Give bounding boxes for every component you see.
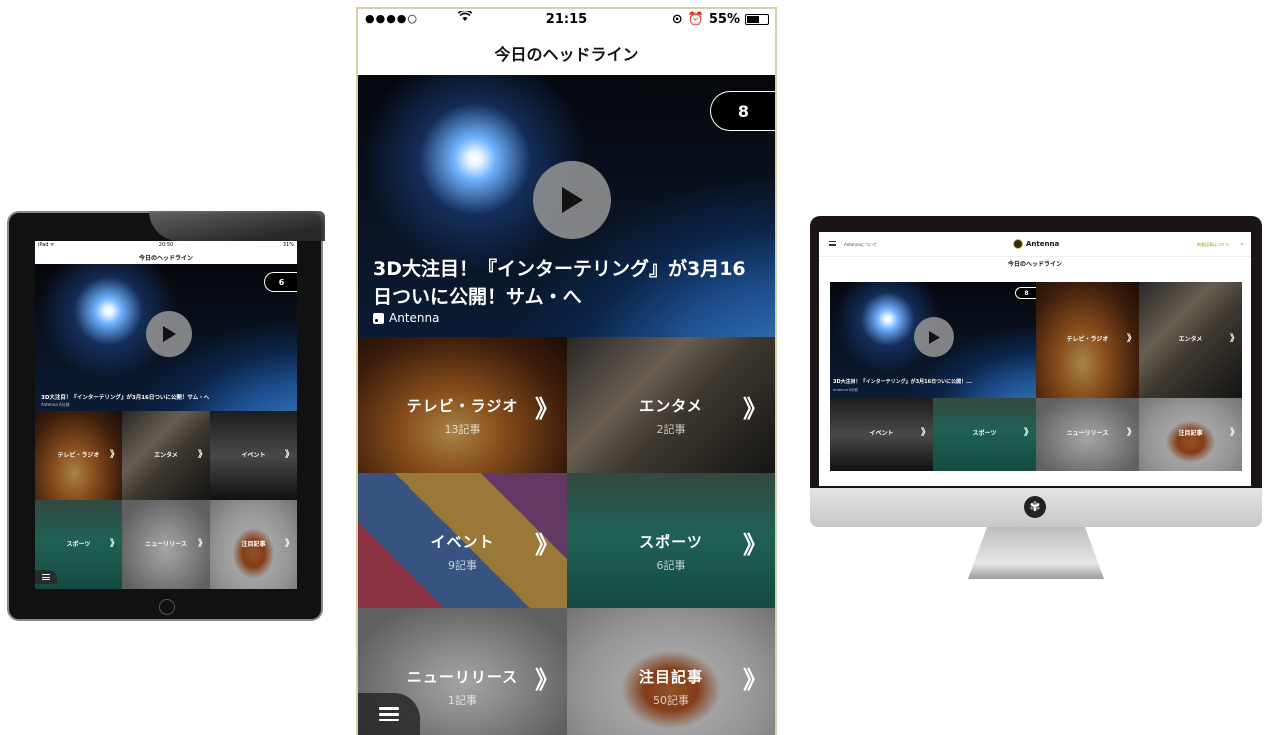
tablet-category-label: エンタメ xyxy=(154,452,178,459)
hamburger-menu-icon xyxy=(42,574,50,580)
desktop-category-label: ニューリリース xyxy=(1066,430,1109,437)
desktop-category-label: 注目記事 xyxy=(1178,430,1203,437)
phone-menu-button[interactable] xyxy=(358,693,420,735)
tablet-home-button[interactable] xyxy=(159,599,175,615)
phone-category-tile[interactable]: スポーツ 6記事 》 xyxy=(567,473,775,608)
chevron-right-icon: 》 xyxy=(197,539,207,549)
chevron-right-icon: 》 xyxy=(284,450,294,460)
battery-percent: 55% xyxy=(708,12,740,27)
desktop-category-label: テレビ・ラジオ xyxy=(1066,336,1109,343)
phone-device: ●●●●○ 21:15 ⊙ ⏰ 55% 今日のヘッドライン 8 3D大注目！『イ… xyxy=(356,7,777,735)
tablet-category-label: イベント xyxy=(241,452,266,459)
phone-hero-source: Antenna xyxy=(373,311,439,325)
desktop-category-tile[interactable]: 注目記事 》 xyxy=(1139,398,1242,471)
chevron-right-icon: 》 xyxy=(535,666,559,694)
play-icon[interactable] xyxy=(914,317,954,357)
tablet-status-time: 20:50 xyxy=(158,242,174,248)
desktop-hero-count-badge: 8 xyxy=(1015,287,1037,299)
chevron-right-icon: 》 xyxy=(1126,428,1136,438)
new-articles-link[interactable]: 新着記事はコチラ xyxy=(1197,242,1229,248)
chevron-right-icon: 》 xyxy=(109,450,119,460)
chevron-right-icon: 》 xyxy=(1229,334,1239,344)
chevron-right-icon: 》 xyxy=(1229,428,1239,438)
desktop-category-label: エンタメ xyxy=(1178,336,1203,343)
brand-logo[interactable]: Antenna xyxy=(1013,239,1059,249)
phone-hero-title[interactable]: 3D大注目！『インターテリング』が3月16日ついに公開！サム・へ xyxy=(373,255,763,311)
flower-logo-icon: ✾ xyxy=(1024,496,1046,518)
tablet-category-tile[interactable]: イベント 》 xyxy=(210,411,297,500)
tablet-category-label: テレビ・ラジオ xyxy=(57,452,100,459)
chevron-right-icon: 》 xyxy=(1126,334,1136,344)
desktop-heading: 今日のヘッドライン xyxy=(1007,261,1062,268)
desktop-hero-title[interactable]: 3D大注目！『インターテリング』が3月16日ついに公開！... xyxy=(833,378,972,385)
tablet-category-tile[interactable]: ニューリリース 》 xyxy=(122,500,210,589)
desktop-category-label: イベント xyxy=(869,430,894,437)
phone-hero-count-badge: 8 xyxy=(710,91,775,131)
desktop-category-tile[interactable]: エンタメ 》 xyxy=(1139,282,1242,398)
desktop-hero-card[interactable]: 8 3D大注目！『インターテリング』が3月16日ついに公開！... Antenn… xyxy=(830,282,1037,398)
play-icon[interactable] xyxy=(533,161,611,239)
chevron-right-icon: 》 xyxy=(197,450,207,460)
phone-category-tile[interactable]: 注目記事 50記事 》 xyxy=(567,608,775,735)
tablet-hero-source: Antenna 6分前 xyxy=(41,402,70,407)
brand-name: Antenna xyxy=(1026,240,1060,248)
desktop-screen: Antennaについて Antenna 新着記事はコチラ ⌕ 今日のヘッドライン… xyxy=(819,232,1251,486)
chevron-right-icon: 》 xyxy=(743,395,767,423)
phone-nav-title: 今日のヘッドライン xyxy=(494,45,639,64)
tablet-category-label: スポーツ xyxy=(66,541,91,548)
desktop-device: Antennaについて Antenna 新着記事はコチラ ⌕ 今日のヘッドライン… xyxy=(810,216,1262,582)
battery-icon xyxy=(745,14,769,25)
tablet-nav-title: 今日のヘッドライン xyxy=(138,254,193,262)
antenna-logo-icon xyxy=(1013,239,1023,249)
phone-category-tile[interactable]: テレビ・ラジオ 13記事 》 xyxy=(358,337,567,473)
chevron-right-icon: 》 xyxy=(1023,428,1033,438)
hamburger-menu-icon[interactable] xyxy=(829,241,836,246)
phone-hero-card[interactable]: 8 3D大注目！『インターテリング』が3月16日ついに公開！サム・へ Anten… xyxy=(358,75,775,337)
tablet-menu-button[interactable] xyxy=(35,570,57,584)
phone-screen: ●●●●○ 21:15 ⊙ ⏰ 55% 今日のヘッドライン 8 3D大注目！『イ… xyxy=(358,9,775,735)
tablet-hero-card[interactable]: 6 3D大注目！『インターテリング』が3月16日ついに公開！サム・へ Anten… xyxy=(35,264,297,411)
desktop-category-tile[interactable]: イベント 》 xyxy=(830,398,933,471)
desktop-hero-source: Antenna 6分前 xyxy=(833,388,859,392)
tablet-category-label: 注目記事 xyxy=(241,541,266,548)
desktop-category-tile[interactable]: スポーツ 》 xyxy=(933,398,1036,471)
tablet-hero-title[interactable]: 3D大注目！『インターテリング』が3月16日ついに公開！サム・へ xyxy=(41,393,209,401)
rss-icon xyxy=(373,312,384,324)
tablet-category-tile[interactable]: 注目記事 》 xyxy=(210,500,297,589)
phone-category-tile[interactable]: イベント 9記事 》 xyxy=(358,473,567,608)
chevron-right-icon: 》 xyxy=(109,539,119,549)
chevron-right-icon: 》 xyxy=(743,531,767,559)
tablet-screen: iPad ᯤ 20:50 31% 今日のヘッドライン 6 3D大注目！『インター… xyxy=(35,241,297,589)
search-icon[interactable]: ⌕ xyxy=(1240,240,1244,249)
tablet-status-bar: iPad ᯤ 20:50 31% xyxy=(35,241,297,250)
chevron-right-icon: 》 xyxy=(535,531,559,559)
play-icon[interactable] xyxy=(146,311,192,357)
tablet-category-label: ニューリリース xyxy=(145,541,187,548)
source-name: Antenna xyxy=(389,311,440,325)
alarm-icon: ⏰ xyxy=(687,12,704,27)
desktop-top-bar: Antennaについて Antenna 新着記事はコチラ ⌕ xyxy=(819,232,1251,257)
tablet-camera xyxy=(164,226,169,231)
tablet-category-tile[interactable]: テレビ・ラジオ 》 xyxy=(35,411,122,500)
phone-status-bar: ●●●●○ 21:15 ⊙ ⏰ 55% xyxy=(358,9,775,31)
desktop-monitor-stand xyxy=(968,527,1104,579)
desktop-category-label: スポーツ xyxy=(972,430,997,437)
tablet-hero-count-badge: 6 xyxy=(264,272,297,292)
tablet-status-battery: 31% xyxy=(282,242,294,248)
desktop-category-tile[interactable]: テレビ・ラジオ 》 xyxy=(1036,282,1139,398)
desktop-category-tile[interactable]: ニューリリース 》 xyxy=(1036,398,1139,471)
hamburger-menu-icon xyxy=(379,707,399,721)
status-right: ⊙ ⏰ 55% xyxy=(672,12,769,27)
rotation-lock-icon: ⊙ xyxy=(671,12,683,27)
chevron-right-icon: 》 xyxy=(920,428,930,438)
tablet-device: iPad ᯤ 20:50 31% 今日のヘッドライン 6 3D大注目！『インター… xyxy=(7,211,325,621)
tablet-bezel-gloss xyxy=(149,211,325,241)
tablet-category-tile[interactable]: エンタメ 》 xyxy=(122,411,210,500)
phone-category-tile[interactable]: エンタメ 2記事 》 xyxy=(567,337,775,473)
chevron-right-icon: 》 xyxy=(535,395,559,423)
chevron-right-icon: 》 xyxy=(284,539,294,549)
chevron-right-icon: 》 xyxy=(743,666,767,694)
about-link[interactable]: Antennaについて xyxy=(844,242,877,248)
